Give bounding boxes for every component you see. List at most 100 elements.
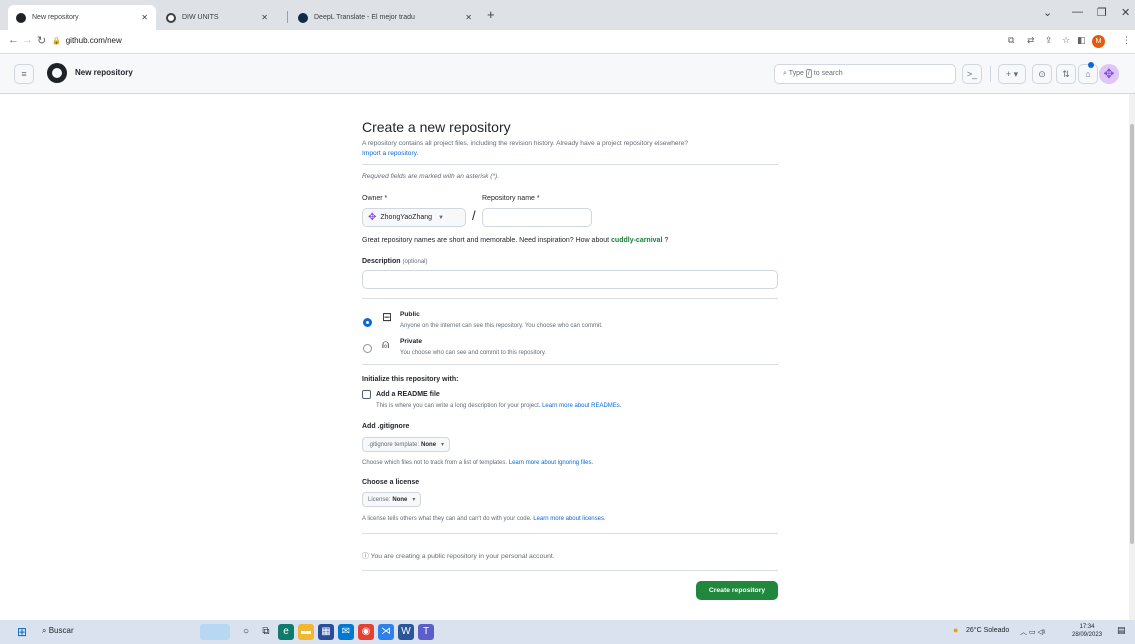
- address-bar: ← → ↻ 🔒 github.com/new ⧉ ⇄ ⇪ ☆ ◧ M ⋮: [0, 30, 1135, 54]
- chrome-icon[interactable]: ◉: [358, 624, 374, 640]
- license-description: A license tells others what they can and…: [362, 516, 606, 522]
- owner-value: ZhongYaoZhang: [380, 214, 433, 221]
- gitignore-learn-more-link[interactable]: Learn more about ignoring files.: [509, 460, 593, 466]
- reload-button[interactable]: ↻: [37, 34, 46, 47]
- menu-kebab-icon[interactable]: ⋮: [1122, 35, 1131, 46]
- readme-description: This is where you can write a long descr…: [376, 403, 621, 409]
- system-tray-icons[interactable]: ︿ ▭ ◁ᵡ: [1020, 627, 1045, 637]
- share-icon[interactable]: ⇪: [1045, 35, 1053, 46]
- teams-icon[interactable]: T: [418, 624, 434, 640]
- store-icon[interactable]: ▦: [318, 624, 334, 640]
- chevron-down-icon: ▼: [438, 214, 444, 221]
- required-fields-note: Required fields are marked with an aster…: [362, 173, 500, 180]
- windows-taskbar: ⊞ ⌕ Buscar ○ ⧉ e ▬ ▦ ✉ ◉ ⋊ W T ● 26°C So…: [0, 620, 1135, 644]
- owner-select[interactable]: ✥ ZhongYaoZhang ▼: [362, 208, 466, 227]
- tab-search-icon[interactable]: ⌄: [1043, 6, 1052, 19]
- license-select[interactable]: License: None ▾: [362, 492, 422, 507]
- pull-requests-icon[interactable]: ⇅: [1056, 64, 1076, 84]
- close-tab-icon[interactable]: ✕: [261, 13, 268, 22]
- taskbar-search[interactable]: ⌕ Buscar: [42, 626, 74, 636]
- tab-title: DeepL Translate - El mejor tradu: [314, 14, 415, 21]
- suggested-name-link[interactable]: cuddly-carnival: [611, 237, 662, 244]
- edge-browser-icon[interactable]: e: [278, 624, 294, 640]
- search-input[interactable]: ⌕ Type / to search: [774, 64, 956, 84]
- windows-start-icon[interactable]: ⊞: [14, 624, 30, 640]
- intro-text: A repository contains all project files,…: [362, 139, 778, 159]
- page-scrollbar[interactable]: [1129, 94, 1135, 620]
- profile-avatar[interactable]: M: [1092, 35, 1105, 48]
- command-palette-icon[interactable]: >_: [962, 64, 982, 84]
- translate-icon[interactable]: ⇄: [1027, 35, 1035, 46]
- close-window-button[interactable]: ✕: [1121, 6, 1130, 19]
- divider: [362, 164, 778, 165]
- google-lens-icon[interactable]: ⧉: [1008, 35, 1014, 46]
- readme-learn-more-link[interactable]: Learn more about READMEs.: [542, 403, 621, 409]
- side-panel-icon[interactable]: ◧: [1077, 35, 1086, 46]
- user-avatar[interactable]: ✥: [1099, 64, 1119, 84]
- forward-button[interactable]: →: [22, 34, 33, 46]
- new-tab-button[interactable]: +: [487, 7, 495, 22]
- tab-new-repository[interactable]: New repository ✕: [8, 5, 156, 30]
- back-button[interactable]: ←: [8, 34, 19, 46]
- tab-diw-units[interactable]: DIW UNITS ✕: [158, 5, 276, 30]
- weather-icon: ●: [953, 625, 959, 635]
- gitignore-select-label: .gitignore template:: [368, 441, 420, 448]
- header-divider: [990, 66, 991, 82]
- search-icon: ⌕: [783, 70, 787, 77]
- url-field[interactable]: 🔒 github.com/new: [52, 36, 122, 45]
- license-select-label: License:: [368, 496, 391, 503]
- search-placeholder: Type: [788, 70, 804, 77]
- close-tab-icon[interactable]: ✕: [465, 13, 472, 22]
- readme-checkbox[interactable]: [362, 390, 371, 399]
- notification-dot: [1088, 62, 1094, 68]
- mail-icon[interactable]: ✉: [338, 624, 354, 640]
- search-icon: ⌕: [42, 626, 47, 635]
- info-icon: ⓘ: [362, 553, 369, 560]
- search-placeholder: to search: [813, 70, 843, 77]
- repository-name-label: Repository name *: [482, 195, 540, 202]
- github-logo-icon[interactable]: [47, 63, 67, 83]
- restore-button[interactable]: ❐: [1097, 6, 1107, 19]
- description-input[interactable]: [362, 270, 778, 289]
- deepl-icon: [298, 12, 308, 23]
- file-explorer-icon[interactable]: ▬: [298, 624, 314, 640]
- scrollbar-thumb[interactable]: [1130, 124, 1134, 544]
- tab-deepl[interactable]: DeepL Translate - El mejor tradu ✕: [290, 5, 480, 30]
- tab-divider: [287, 11, 288, 23]
- hamburger-menu-icon[interactable]: ≡: [14, 64, 34, 84]
- word-icon[interactable]: W: [398, 624, 414, 640]
- task-view-icon[interactable]: ⧉: [258, 624, 274, 640]
- import-repository-link[interactable]: Import a repository.: [362, 150, 418, 157]
- create-repository-button[interactable]: Create repository: [696, 581, 778, 600]
- url-text: github.com/new: [65, 36, 122, 45]
- gitignore-template-select[interactable]: .gitignore template: None ▾: [362, 437, 451, 452]
- public-description: Anyone on the internet can see this repo…: [400, 323, 603, 329]
- license-select-value: None: [392, 496, 408, 503]
- repo-public-icon: ⊟: [382, 310, 393, 324]
- license-learn-more-link[interactable]: Learn more about licenses.: [533, 516, 605, 522]
- readme-label[interactable]: Add a README file: [376, 391, 440, 398]
- close-tab-icon[interactable]: ✕: [141, 13, 148, 22]
- private-radio[interactable]: [363, 344, 372, 353]
- vscode-icon[interactable]: ⋊: [378, 624, 394, 640]
- bookmark-star-icon[interactable]: ☆: [1062, 35, 1070, 46]
- globe-icon: [166, 12, 176, 23]
- public-radio[interactable]: [363, 318, 372, 327]
- widgets-icon[interactable]: [200, 624, 230, 640]
- github-icon: [16, 12, 26, 23]
- visibility-info: ⓘ You are creating a public repository i…: [362, 550, 555, 560]
- minimize-button[interactable]: —: [1072, 6, 1083, 18]
- create-new-dropdown-icon[interactable]: + ▾: [998, 64, 1026, 84]
- license-desc-text: A license tells others what they can and…: [362, 516, 532, 522]
- initialize-heading: Initialize this repository with:: [362, 376, 459, 383]
- description-value: [363, 271, 777, 279]
- taskbar-search-label: Buscar: [48, 626, 74, 635]
- lock-icon: 🔒: [52, 38, 61, 45]
- readme-desc-text: This is where you can write a long descr…: [376, 403, 541, 409]
- issues-icon[interactable]: ⊙: [1032, 64, 1052, 84]
- weather-text[interactable]: 26°C Soleado: [966, 627, 1009, 634]
- cortana-icon[interactable]: ○: [238, 624, 254, 640]
- clock[interactable]: 17:34 28/09/2023: [1072, 623, 1102, 639]
- notifications-icon[interactable]: ▤: [1117, 625, 1126, 636]
- repository-name-input[interactable]: [482, 208, 592, 227]
